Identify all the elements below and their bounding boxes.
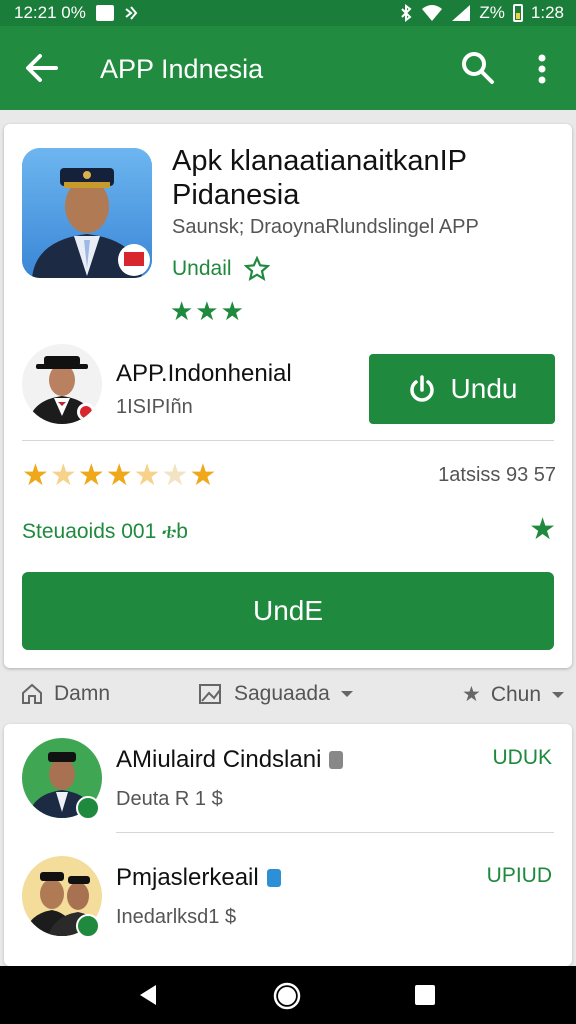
app-subtitle: Saunsk; DraoynaRlundslingel APP <box>172 216 479 238</box>
related-title-text: Pmjaslerkeail <box>116 864 259 891</box>
lock-icon <box>266 869 281 887</box>
filter-bar: Damn Saguaada ★ Chun <box>0 672 576 722</box>
related-apps-list: AMiulaird Cindslani Deuta R 1 $ UDUK Pmj… <box>4 724 572 966</box>
app-stars: ★★★ <box>170 296 246 326</box>
filter-label: Chun <box>490 682 542 706</box>
battery-percent: Z% <box>479 3 505 22</box>
install-button[interactable]: Undu <box>369 354 555 424</box>
lock-icon <box>329 751 344 769</box>
install-button-label: Undu <box>450 373 518 404</box>
category-label: Undail <box>172 257 232 280</box>
search-icon[interactable] <box>460 50 496 86</box>
list-item[interactable]: Pmjaslerkeail Inedarlksd1 $ UPIUD <box>4 842 572 958</box>
chevron-down-icon <box>340 691 353 697</box>
filter-category[interactable]: Saguaada <box>198 682 354 706</box>
list-item-action[interactable]: UDUK <box>492 746 552 770</box>
primary-action-label: UndE <box>252 595 324 626</box>
developer-portrait-icon <box>22 344 102 424</box>
primary-action-button[interactable]: UndE <box>22 572 554 650</box>
sync-icon <box>125 6 138 20</box>
filter-label: Damn <box>54 682 111 705</box>
rating-stars: ★★★★★★★ <box>22 458 217 493</box>
nav-home-icon[interactable] <box>272 981 302 1011</box>
list-item[interactable]: AMiulaird Cindslani Deuta R 1 $ UDUK <box>4 724 572 840</box>
rating-count: 1atsiss 93 57 <box>438 464 556 486</box>
star-icon[interactable]: ★ <box>529 512 556 547</box>
filter-rating[interactable]: ★ Chun <box>462 682 565 707</box>
nav-recents-icon[interactable] <box>414 984 436 1006</box>
verified-check-icon <box>76 796 100 820</box>
notification-icon <box>95 5 114 21</box>
status-clock: 1:28 <box>530 3 564 22</box>
home-icon <box>22 683 42 704</box>
star-icon: ★ <box>133 459 162 492</box>
developer-sub: 1ISIPIñn <box>116 396 193 418</box>
developer-name[interactable]: APP.Indonhenial <box>116 360 292 388</box>
list-item-action[interactable]: UPIUD <box>487 864 552 888</box>
app-bar: APP Indnesia <box>0 26 576 110</box>
list-item-sub: Inedarlksd1 $ <box>116 906 237 928</box>
related-title-text: AMiulaird Cindslani <box>116 746 322 773</box>
list-item-title: Pmjaslerkeail <box>116 864 281 892</box>
system-nav-bar <box>0 966 576 1024</box>
chevron-down-icon <box>552 691 565 698</box>
app-detail-card: Apk klanaatianaitkanIP Pidanesia Saunsk;… <box>4 124 572 668</box>
app-icon[interactable] <box>22 148 152 278</box>
star-icon: ★ <box>49 459 78 492</box>
divider <box>22 440 554 441</box>
star-icon: ★ <box>462 683 481 706</box>
filter-label: Saguaada <box>234 682 330 705</box>
app-category[interactable]: Undail <box>172 256 270 282</box>
bluetooth-icon <box>401 4 412 22</box>
status-time: 12:21 0% <box>14 3 86 22</box>
star-icon: ★ <box>105 459 134 492</box>
wifi-icon <box>422 5 443 21</box>
list-item-title: AMiulaird Cindslani <box>116 746 344 774</box>
star-icon: ★ <box>22 459 50 492</box>
app-bar-title: APP Indnesia <box>100 54 264 84</box>
app-title: Apk klanaatianaitkanIP Pidanesia <box>172 145 467 211</box>
star-outline-icon[interactable] <box>243 256 270 282</box>
power-icon <box>409 375 434 402</box>
status-bar: 12:21 0% Z% 1:28 <box>0 0 576 26</box>
signal-icon <box>452 5 471 21</box>
divider <box>116 832 554 833</box>
star-icon: ★ <box>77 459 106 492</box>
developer-avatar[interactable] <box>22 344 102 424</box>
image-icon <box>199 684 221 704</box>
nav-back-icon[interactable] <box>136 983 160 1007</box>
official-portrait-icon <box>22 148 152 278</box>
downloads-info: Steuaoids 001 ቴb <box>22 520 188 543</box>
more-options-icon[interactable] <box>530 52 554 86</box>
list-item-sub: Deuta R 1 $ <box>116 788 223 810</box>
verified-check-icon <box>76 914 100 938</box>
star-icon: ★ <box>161 459 190 492</box>
filter-home[interactable]: Damn <box>20 682 110 706</box>
battery-icon <box>512 4 523 22</box>
back-arrow-icon[interactable] <box>22 48 62 88</box>
star-icon: ★ <box>189 459 218 492</box>
